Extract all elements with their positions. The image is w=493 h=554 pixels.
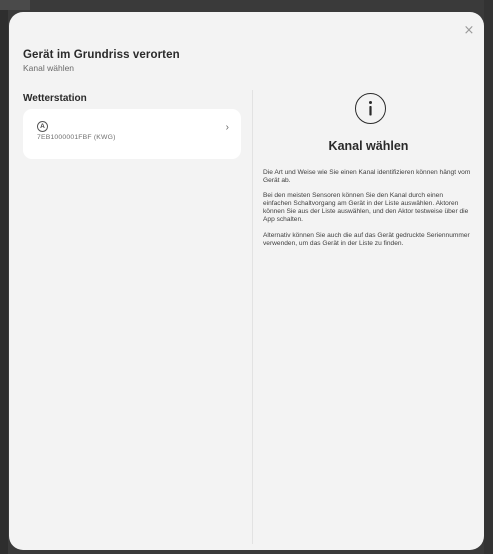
help-paragraph: Alternativ können Sie auch die auf das G…: [263, 231, 470, 247]
device-list-pane: Wetterstation A 7EB1000001FBF (KWG) ›: [9, 90, 252, 550]
channel-a-icon: A: [37, 121, 48, 132]
chevron-right-icon: ›: [225, 122, 229, 133]
backdrop-top-tab: [0, 0, 30, 10]
close-button[interactable]: ×: [460, 22, 478, 40]
help-paragraph: Die Art und Weise wie Sie einen Kanal id…: [263, 169, 471, 185]
device-serial-number: 7EB1000001FBF (KWG): [37, 134, 116, 141]
help-pane: Kanal wählen Die Art und Weise wie Sie e…: [253, 82, 484, 550]
dialog: × Gerät im Grundriss verorten Kanal wähl…: [9, 12, 484, 550]
info-icon: [355, 93, 386, 124]
close-icon[interactable]: ×: [464, 23, 475, 38]
backdrop-right-edge: [484, 0, 493, 554]
dialog-subtitle: Kanal wählen: [23, 63, 75, 73]
help-paragraph: Bei den meisten Sensoren können Sie den …: [263, 192, 469, 224]
help-text: Die Art und Weise wie Sie einen Kanal id…: [263, 169, 472, 255]
channel-list-item[interactable]: A 7EB1000001FBF (KWG) ›: [23, 109, 241, 159]
help-title: Kanal wählen: [328, 139, 409, 153]
section-title-device: Wetterstation: [23, 93, 87, 104]
dialog-header: Gerät im Grundriss verorten Kanal wählen: [23, 49, 454, 73]
dialog-title: Gerät im Grundriss verorten: [23, 49, 180, 61]
backdrop-left-edge: [0, 0, 8, 554]
